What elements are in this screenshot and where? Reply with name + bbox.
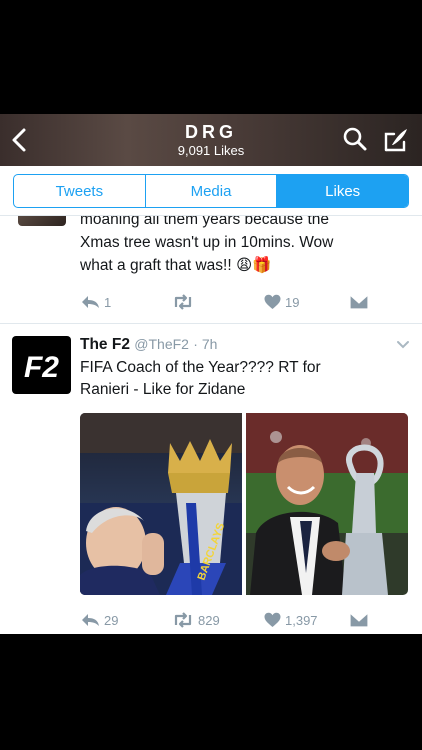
photo-ranieri[interactable]: BARCLAYS [80, 413, 242, 595]
profile-header: DRG 9,091 Likes [0, 114, 422, 166]
author-handle: @TheF2 [134, 336, 189, 352]
tweet-actions: 29 829 1,397 [80, 610, 380, 630]
reply-icon [82, 614, 99, 626]
compose-icon[interactable] [382, 126, 410, 154]
photo-ranieri-image: BARCLAYS [80, 413, 242, 595]
bottom-area [0, 634, 422, 750]
chevron-down-icon[interactable] [396, 340, 410, 350]
envelope-icon [350, 613, 368, 627]
direct-message-button[interactable] [350, 613, 368, 627]
author-name[interactable]: The F2 [80, 336, 130, 353]
like-button[interactable]: 1,397 [264, 612, 350, 628]
tab-likes[interactable]: Likes [277, 175, 408, 207]
avatar[interactable]: F2 [12, 336, 71, 394]
search-icon[interactable] [342, 126, 368, 152]
tab-bar: Tweets Media Likes [0, 166, 422, 216]
tweet-text-line: FIFA Coach of the Year???? RT for [80, 359, 321, 376]
like-count: 1,397 [285, 612, 318, 628]
photo-zidane-image [246, 413, 408, 595]
tweet-time: · 7h [193, 336, 218, 352]
segmented-control: Tweets Media Likes [13, 174, 409, 208]
retweet-button[interactable]: 829 [172, 612, 264, 628]
retweet-icon [174, 612, 192, 628]
tweet-feed: moaning all them years because the Xmas … [0, 216, 422, 634]
tweet-media[interactable]: BARCLAYS [80, 413, 408, 595]
tab-tweets[interactable]: Tweets [14, 175, 146, 207]
tweet-author: The F2 @TheF2 · 7h [80, 336, 217, 354]
heart-icon [264, 612, 281, 627]
avatar-text: F2 [24, 351, 59, 384]
retweet-count: 829 [198, 612, 220, 628]
tab-media[interactable]: Media [146, 175, 278, 207]
tweet[interactable]: F2 The F2 @TheF2 · 7h FIFA Coach of the … [0, 216, 422, 628]
tweet-text: FIFA Coach of the Year???? RT for Ranier… [80, 357, 380, 401]
reply-button[interactable]: 29 [80, 612, 172, 628]
status-area [0, 0, 422, 114]
reply-count: 29 [104, 612, 119, 628]
tweet-text-line: Ranieri - Like for Zidane [80, 381, 246, 398]
photo-zidane[interactable] [246, 413, 408, 595]
